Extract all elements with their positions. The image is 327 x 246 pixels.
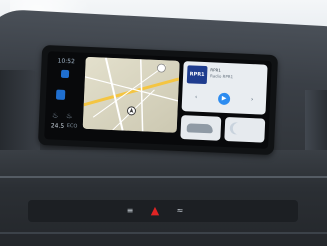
navigation-map-tile[interactable] bbox=[82, 56, 180, 133]
station-name: RPR1 bbox=[210, 67, 221, 73]
media-tile[interactable]: RPR1 RPR1 Radio RPR1 ‹ ▶ › bbox=[181, 61, 268, 115]
play-icon[interactable]: ▶ bbox=[217, 92, 231, 106]
car-dashboard-photo: 10:52 ♨ ♨ 24.5 ECO RPR1 RPR1 Radio RPR1 … bbox=[0, 0, 327, 246]
clock: 10:52 bbox=[57, 57, 76, 66]
map-graphic bbox=[82, 56, 180, 133]
moon-icon bbox=[233, 122, 246, 135]
chevron-right-icon[interactable]: › bbox=[246, 94, 259, 107]
chevron-left-icon[interactable]: ‹ bbox=[190, 91, 203, 104]
rear-defrost-icon[interactable]: ≡ bbox=[123, 204, 137, 218]
vehicle-tile[interactable] bbox=[180, 115, 222, 141]
seat-heat-left-icon[interactable]: ♨ bbox=[51, 111, 59, 119]
night-mode-tile[interactable] bbox=[224, 116, 266, 143]
eco-mode-label[interactable]: ECO bbox=[67, 123, 78, 129]
station-logo: RPR1 bbox=[186, 65, 208, 85]
infotainment-bezel: 10:52 ♨ ♨ 24.5 ECO RPR1 RPR1 Radio RPR1 … bbox=[37, 44, 279, 156]
status-column: 10:52 ♨ ♨ 24.5 ECO bbox=[48, 55, 83, 136]
infotainment-screen: 10:52 ♨ ♨ 24.5 ECO RPR1 RPR1 Radio RPR1 … bbox=[44, 51, 272, 149]
front-defrost-icon[interactable]: ≈ bbox=[173, 204, 187, 218]
climate-temperature[interactable]: 24.5 bbox=[51, 122, 65, 130]
hvac-control-strip: ≡ ▲ ≈ bbox=[28, 200, 298, 222]
dashboard-trim bbox=[0, 176, 327, 178]
station-subtitle: Radio RPR1 bbox=[209, 73, 234, 80]
seat-heat-right-icon[interactable]: ♨ bbox=[65, 112, 73, 120]
lower-trim bbox=[0, 232, 327, 234]
hazard-triangle-icon[interactable]: ▲ bbox=[148, 204, 162, 218]
home-icon[interactable] bbox=[60, 69, 70, 79]
apps-icon[interactable] bbox=[55, 89, 66, 100]
car-icon bbox=[186, 123, 213, 134]
